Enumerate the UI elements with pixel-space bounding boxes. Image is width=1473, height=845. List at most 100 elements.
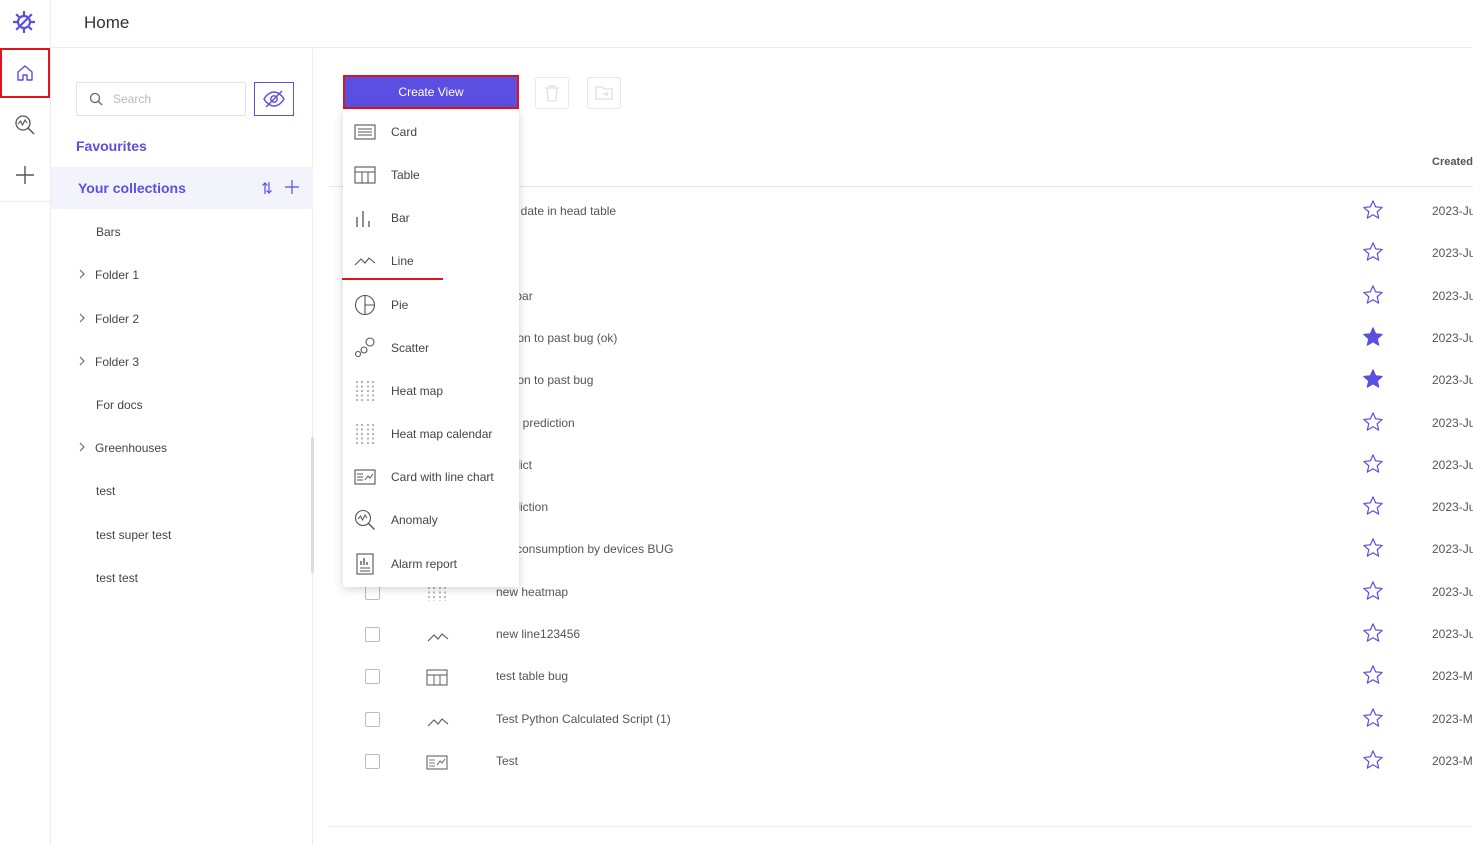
collection-folder[interactable]: Folder 2 xyxy=(51,310,313,330)
alarm-report-icon xyxy=(356,553,374,575)
star-icon[interactable] xyxy=(1362,241,1384,263)
row-created-date: 2023-Ju xyxy=(1432,627,1473,641)
create-view-menu: Card Table Bar Line Pie Scatter Heat map… xyxy=(343,110,519,587)
table-icon xyxy=(426,669,448,686)
scatter-chart-icon xyxy=(354,337,375,358)
star-icon[interactable] xyxy=(1362,411,1384,433)
star-icon[interactable] xyxy=(1362,622,1384,644)
move-folder-icon xyxy=(595,86,613,100)
toggle-hidden-button[interactable] xyxy=(254,82,294,116)
star-filled-icon[interactable] xyxy=(1362,368,1384,390)
collection-item[interactable]: Bars xyxy=(51,223,313,243)
table-icon xyxy=(354,166,376,184)
collections-panel: Favourites Your collections Bars Folder … xyxy=(51,49,314,845)
row-checkbox[interactable] xyxy=(365,627,380,642)
add-collection-icon[interactable] xyxy=(285,180,299,194)
chevron-right-icon[interactable] xyxy=(78,356,86,366)
row-name[interactable]: Test xyxy=(496,754,518,768)
star-icon[interactable] xyxy=(1362,453,1384,475)
column-header-created[interactable]: Created xyxy=(1432,156,1473,168)
nav-analyze-button[interactable] xyxy=(0,100,50,150)
row-created-date: 2023-Ju xyxy=(1432,542,1473,557)
row-created-date: 2023-M xyxy=(1432,711,1473,726)
nav-add-button[interactable] xyxy=(0,150,50,200)
collection-folder[interactable]: Folder 3 xyxy=(51,353,313,373)
delete-button[interactable] xyxy=(535,77,569,109)
heatmap-icon xyxy=(356,381,374,401)
collection-item[interactable]: test test xyxy=(51,569,313,589)
menu-item-heat-map[interactable]: Heat map xyxy=(343,369,519,412)
heatmap-calendar-icon xyxy=(356,424,374,444)
logo-icon[interactable] xyxy=(10,8,38,36)
search-box[interactable] xyxy=(76,82,246,116)
menu-item-heat-map-calendar[interactable]: Heat map calendar xyxy=(343,412,519,455)
create-view-button[interactable]: Create View xyxy=(343,75,519,109)
row-name[interactable]: new line123456 xyxy=(496,627,580,641)
row-checkbox[interactable] xyxy=(365,753,380,769)
nav-home-button[interactable] xyxy=(0,48,50,98)
search-icon xyxy=(89,92,103,106)
collection-folder[interactable]: Folder 1 xyxy=(51,266,313,286)
row-created-date: 2023-Ju xyxy=(1432,373,1473,388)
collection-folder[interactable]: Greenhouses xyxy=(51,439,313,459)
sort-icon[interactable] xyxy=(260,180,274,196)
table-row[interactable]: test table bug 2023-M xyxy=(314,655,1473,697)
card-icon xyxy=(354,124,376,140)
row-created-date: 2023-Ju xyxy=(1432,584,1473,599)
line-chart-icon xyxy=(427,633,449,642)
top-header: Home xyxy=(51,0,1473,48)
line-option-highlight xyxy=(342,278,443,280)
table-row[interactable]: Test Python Calculated Script (1) 2023-M xyxy=(314,698,1473,740)
menu-item-scatter[interactable]: Scatter xyxy=(343,326,519,369)
menu-item-alarm-report[interactable]: Alarm report xyxy=(343,542,519,585)
page-title: Home xyxy=(84,13,130,32)
row-created-date: 2023-Ju xyxy=(1432,246,1473,261)
move-button[interactable] xyxy=(587,77,621,109)
star-icon[interactable] xyxy=(1362,580,1384,602)
row-name[interactable]: test table bug xyxy=(496,669,568,683)
row-created-date: 2023-Ju xyxy=(1432,500,1473,515)
star-icon[interactable] xyxy=(1362,537,1384,559)
menu-item-card-with-line-chart[interactable]: Card with line chart xyxy=(343,455,519,498)
eye-off-icon xyxy=(263,90,285,108)
chevron-right-icon[interactable] xyxy=(78,442,86,452)
collections-heading[interactable]: Your collections xyxy=(78,180,186,196)
row-created-date: 2023-Ju xyxy=(1432,204,1473,218)
menu-item-table[interactable]: Table xyxy=(343,153,519,196)
row-created-date: 2023-M xyxy=(1432,669,1473,684)
star-icon[interactable] xyxy=(1362,284,1384,306)
home-icon xyxy=(17,65,33,81)
star-icon[interactable] xyxy=(1362,495,1384,517)
row-checkbox[interactable] xyxy=(365,669,380,685)
collection-item[interactable]: For docs xyxy=(51,396,313,416)
star-icon[interactable] xyxy=(1362,199,1384,221)
card-line-chart-icon xyxy=(426,755,448,770)
table-bottom-divider xyxy=(329,826,1473,827)
star-icon[interactable] xyxy=(1362,664,1384,686)
row-name[interactable]: rgy consumption by devices BUG xyxy=(496,542,673,556)
bar-chart-icon xyxy=(356,211,370,227)
star-icon[interactable] xyxy=(1362,707,1384,729)
row-created-date: 2023-M xyxy=(1432,753,1473,768)
chevron-right-icon[interactable] xyxy=(78,269,86,279)
star-filled-icon[interactable] xyxy=(1362,326,1384,348)
chevron-right-icon[interactable] xyxy=(78,313,86,323)
collection-item[interactable]: test xyxy=(51,482,313,502)
table-row[interactable]: Test 2023-M xyxy=(314,740,1473,782)
row-name[interactable]: Test Python Calculated Script (1) xyxy=(496,712,671,726)
menu-item-line[interactable]: Line xyxy=(343,239,519,282)
line-chart-icon xyxy=(427,717,449,726)
menu-item-pie[interactable]: Pie xyxy=(343,283,519,326)
star-icon[interactable] xyxy=(1362,749,1384,771)
menu-item-card[interactable]: Card xyxy=(343,110,519,153)
table-row[interactable]: new line123456 2023-Ju xyxy=(314,613,1473,655)
trash-icon xyxy=(545,85,559,102)
menu-item-bar[interactable]: Bar xyxy=(343,196,519,239)
collection-item[interactable]: test super test xyxy=(51,526,313,546)
menu-item-anomaly[interactable]: Anomaly xyxy=(343,498,519,541)
favourites-heading[interactable]: Favourites xyxy=(76,138,147,154)
anomaly-icon xyxy=(354,509,375,530)
analyze-icon xyxy=(15,115,35,135)
search-input[interactable] xyxy=(113,92,233,106)
row-checkbox[interactable] xyxy=(365,711,380,727)
